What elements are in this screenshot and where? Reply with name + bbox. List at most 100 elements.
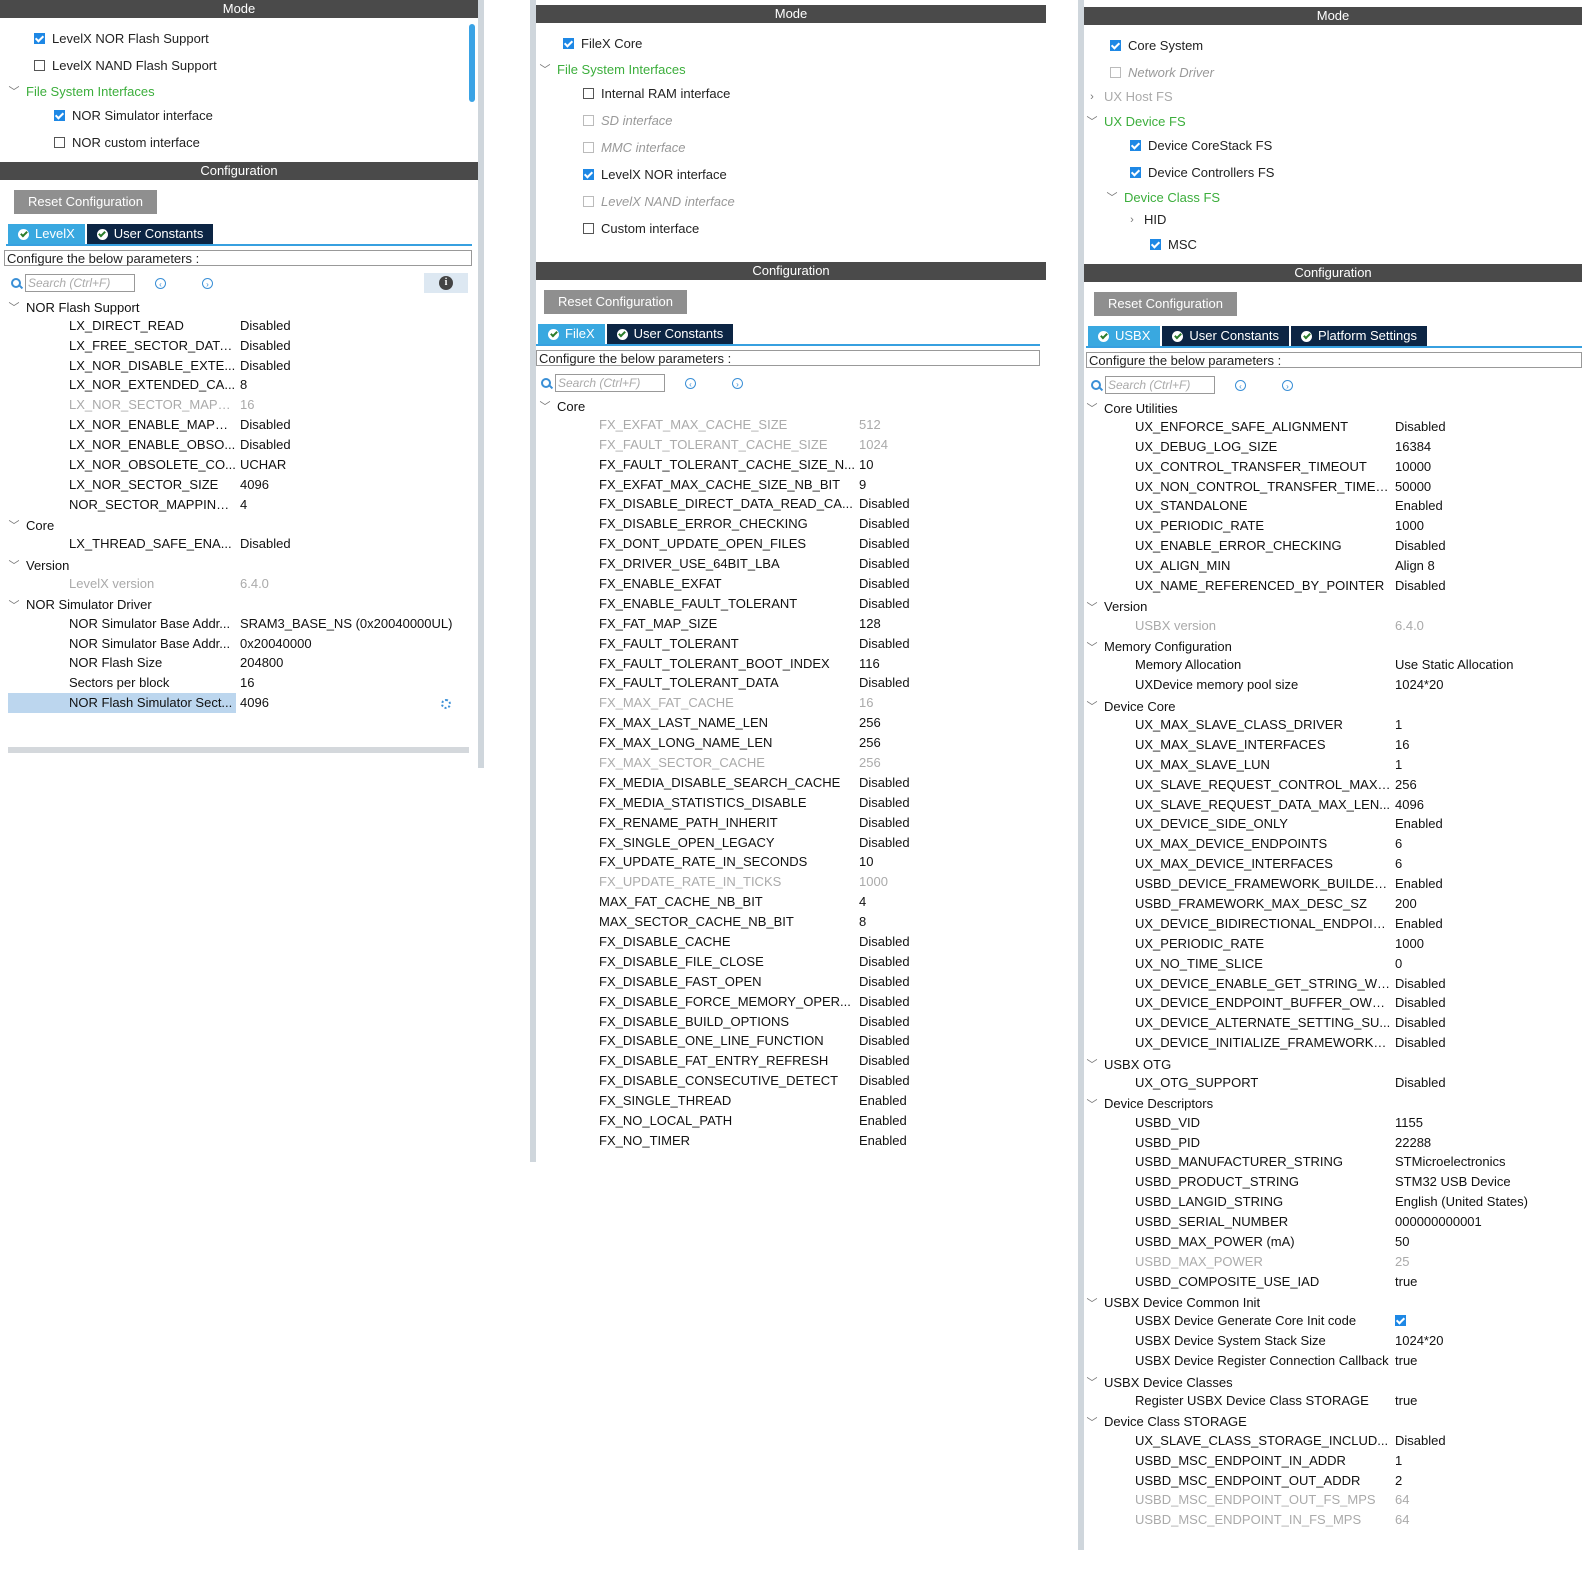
checkbox-icon[interactable] xyxy=(1130,140,1141,151)
parameter-value[interactable]: true xyxy=(1395,1272,1417,1292)
checkbox-icon[interactable] xyxy=(1110,67,1121,78)
tree-section[interactable]: ﹀ USBX OTG xyxy=(1086,1056,1172,1072)
parameter-value[interactable]: Disabled xyxy=(240,336,291,356)
parameter-value[interactable]: 000000000001 xyxy=(1395,1212,1482,1232)
parameter-row[interactable]: UX_DEVICE_ENDPOINT_BUFFER_OWNER Disabled xyxy=(1086,993,1582,1013)
parameter-value[interactable]: Disabled xyxy=(859,514,910,534)
search-input[interactable] xyxy=(555,374,665,392)
parameter-row[interactable]: UX_DEVICE_SIDE_ONLY Enabled xyxy=(1086,814,1582,834)
parameter-row[interactable]: USBX version 6.4.0 xyxy=(1086,616,1582,636)
parameter-row[interactable]: UX_SLAVE_CLASS_STORAGE_INCLUD... Disabled xyxy=(1086,1431,1582,1451)
parameter-value[interactable]: 0 xyxy=(1395,954,1402,974)
checkbox-icon[interactable] xyxy=(1395,1315,1406,1327)
parameter-row[interactable]: USBX Device Register Connection Callback… xyxy=(1086,1351,1582,1371)
parameter-row[interactable]: LX_DIRECT_READ Disabled xyxy=(8,316,291,336)
parameter-row[interactable]: MAX_SECTOR_CACHE_NB_BIT 8 xyxy=(539,912,1039,932)
parameter-value[interactable]: 1155 xyxy=(1395,1113,1423,1133)
parameter-row[interactable]: FX_EXFAT_MAX_CACHE_SIZE 512 xyxy=(539,415,1039,435)
parameter-row[interactable]: FX_FAULT_TOLERANT_CACHE_SIZE 1024 xyxy=(539,435,1039,455)
parameter-row[interactable]: UX_SLAVE_REQUEST_CONTROL_MAX_... 256 xyxy=(1086,775,1582,795)
parameter-value[interactable]: 0x20040000 xyxy=(240,634,312,654)
tree-section[interactable]: ﹀ Device Descriptors xyxy=(1086,1096,1214,1112)
parameter-value[interactable]: Disabled xyxy=(859,1012,910,1032)
parameter-row[interactable]: FX_DISABLE_FORCE_MEMORY_OPER... Disabled xyxy=(539,992,1039,1012)
parameter-value[interactable]: Disabled xyxy=(859,634,910,654)
parameter-value[interactable]: 204800 xyxy=(240,653,283,673)
mode-checkbox-custom[interactable]: Custom interface xyxy=(583,221,699,236)
parameter-row[interactable]: NOR Flash Size 204800 xyxy=(8,653,283,673)
mode-checkbox-sd[interactable]: SD interface xyxy=(583,113,673,128)
parameter-value[interactable]: 200 xyxy=(1395,894,1417,914)
parameter-value[interactable]: 1024*20 xyxy=(1395,675,1443,695)
tree-section[interactable]: ﹀ USBX Device Common Init xyxy=(1086,1295,1261,1311)
parameter-value[interactable]: Disabled xyxy=(1395,1431,1446,1451)
parameter-row[interactable]: UX_OTG_SUPPORT Disabled xyxy=(1086,1073,1582,1093)
parameter-row[interactable]: UX_STANDALONE Enabled xyxy=(1086,496,1582,516)
parameter-value[interactable]: Disabled xyxy=(1395,576,1446,596)
tree-section[interactable]: ﹀ Version xyxy=(1086,599,1148,615)
parameter-value[interactable]: 1 xyxy=(1395,1451,1402,1471)
parameter-row[interactable]: UX_DEBUG_LOG_SIZE 16384 xyxy=(1086,437,1582,457)
parameter-value[interactable]: 6 xyxy=(1395,854,1402,874)
parameter-value[interactable]: STMicroelectronics xyxy=(1395,1152,1506,1172)
parameter-row[interactable]: USBD_MAX_POWER (mA) 50 xyxy=(1086,1232,1582,1252)
chevron-right-icon[interactable]: › xyxy=(1086,91,1098,103)
parameter-row[interactable]: FX_EXFAT_MAX_CACHE_SIZE_NB_BIT 9 xyxy=(539,475,1039,495)
parameter-value[interactable]: 16 xyxy=(240,395,254,415)
reset-configuration-button[interactable]: Reset Configuration xyxy=(1094,292,1237,316)
mode-checkbox-msc[interactable]: MSC xyxy=(1150,237,1197,252)
chevron-down-icon[interactable]: ﹀ xyxy=(1086,639,1098,655)
parameter-row[interactable]: FX_FAT_MAP_SIZE 128 xyxy=(539,614,1039,634)
parameter-row[interactable]: USBD_PID 22288 xyxy=(1086,1133,1582,1153)
parameter-row[interactable]: USBX Device System Stack Size 1024*20 xyxy=(1086,1331,1582,1351)
parameter-value[interactable]: Disabled xyxy=(859,952,910,972)
parameter-row[interactable]: UX_NAME_REFERENCED_BY_POINTER Disabled xyxy=(1086,576,1582,596)
parameter-value[interactable]: 4096 xyxy=(1395,795,1424,815)
search-input[interactable] xyxy=(1105,376,1215,394)
parameter-value[interactable]: 256 xyxy=(1395,775,1417,795)
parameter-row[interactable]: UX_CONTROL_TRANSFER_TIMEOUT 10000 xyxy=(1086,457,1582,477)
tree-section[interactable]: ﹀ NOR Simulator Driver xyxy=(8,597,152,613)
parameter-row[interactable]: USBD_VID 1155 xyxy=(1086,1113,1582,1133)
mode-checkbox-mmc[interactable]: MMC interface xyxy=(583,140,686,155)
tree-section[interactable]: ﹀ Core xyxy=(8,517,55,533)
next-icon[interactable]: › xyxy=(732,377,743,389)
tree-section[interactable]: ﹀ Memory Configuration xyxy=(1086,639,1232,655)
parameter-row[interactable]: USBD_COMPOSITE_USE_IAD true xyxy=(1086,1272,1582,1292)
parameter-row[interactable]: USBD_FRAMEWORK_MAX_DESC_SZ 200 xyxy=(1086,894,1582,914)
parameter-value[interactable]: Disabled xyxy=(1395,536,1446,556)
parameter-row[interactable]: USBX Device Generate Core Init code xyxy=(1086,1311,1582,1331)
mode-checkbox-network-driver[interactable]: Network Driver xyxy=(1110,65,1214,80)
chevron-down-icon[interactable]: ﹀ xyxy=(1086,599,1098,615)
parameter-row[interactable]: FX_MAX_LONG_NAME_LEN 256 xyxy=(539,733,1039,753)
parameter-value[interactable]: true xyxy=(1395,1351,1417,1371)
previous-icon[interactable]: ‹ xyxy=(155,277,166,289)
parameter-value[interactable]: Enabled xyxy=(1395,914,1443,934)
parameter-value[interactable]: Disabled xyxy=(859,1051,910,1071)
chevron-down-icon[interactable]: ﹀ xyxy=(1086,698,1098,714)
parameter-row[interactable]: FX_MAX_FAT_CACHE 16 xyxy=(539,693,1039,713)
parameter-row[interactable]: FX_FAULT_TOLERANT_CACHE_SIZE_N... 10 xyxy=(539,455,1039,475)
parameter-row[interactable]: USBD_MAX_POWER 25 xyxy=(1086,1252,1582,1272)
parameter-row[interactable]: Register USBX Device Class STORAGE true xyxy=(1086,1391,1582,1411)
parameter-row[interactable]: LX_NOR_SECTOR_SIZE 4096 xyxy=(8,475,269,495)
parameter-value[interactable]: 256 xyxy=(859,733,881,753)
parameter-row[interactable]: FX_MEDIA_STATISTICS_DISABLE Disabled xyxy=(539,793,1039,813)
previous-icon[interactable]: ‹ xyxy=(1235,379,1246,391)
mode-checkbox-core-system[interactable]: Core System xyxy=(1110,38,1203,53)
parameter-value[interactable]: Disabled xyxy=(859,673,910,693)
next-icon[interactable]: › xyxy=(202,277,213,289)
checkbox-icon[interactable] xyxy=(1110,40,1121,51)
chevron-down-icon[interactable]: ﹀ xyxy=(539,61,551,77)
parameter-row[interactable]: USBD_MSC_ENDPOINT_IN_FS_MPS 64 xyxy=(1086,1510,1582,1530)
parameter-value[interactable]: 8 xyxy=(240,375,247,395)
parameter-value[interactable]: 256 xyxy=(859,713,881,733)
parameter-value[interactable]: 116 xyxy=(859,654,880,674)
parameter-value[interactable]: Disabled xyxy=(1395,993,1446,1013)
parameter-value[interactable]: 50 xyxy=(1395,1232,1409,1252)
chevron-down-icon[interactable]: ﹀ xyxy=(8,517,20,533)
parameter-row[interactable]: NOR Flash Simulator Sect... 4096 xyxy=(8,693,269,714)
parameter-value[interactable]: Disabled xyxy=(1395,974,1446,994)
parameter-value[interactable]: Disabled xyxy=(859,833,910,853)
parameter-row[interactable]: LX_FREE_SECTOR_DATA... Disabled xyxy=(8,336,291,356)
